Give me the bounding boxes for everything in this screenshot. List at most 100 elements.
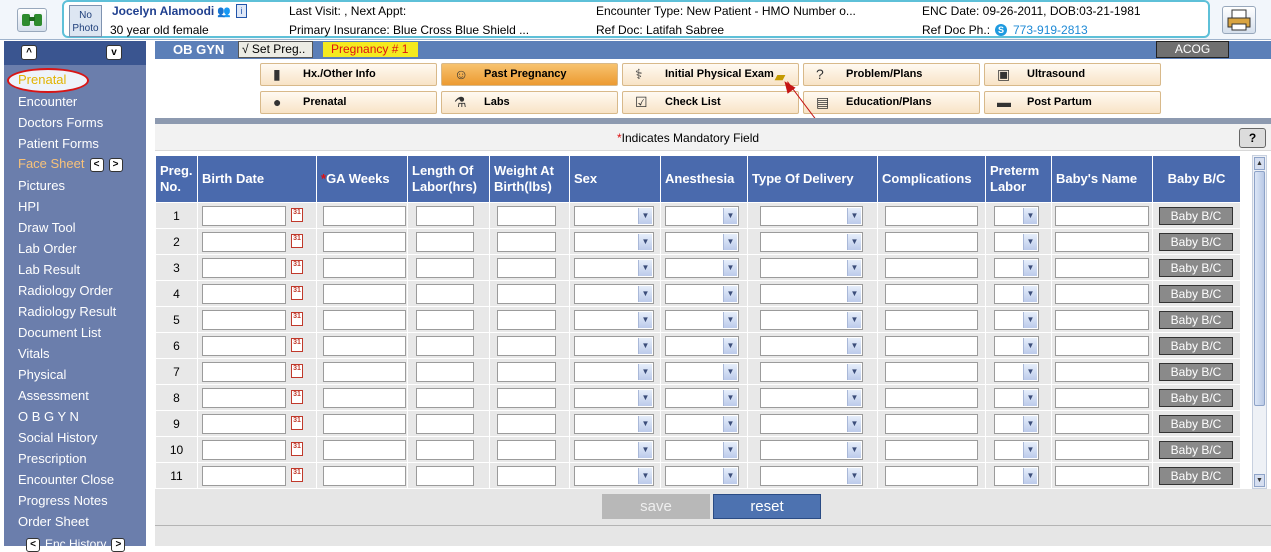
calendar-icon[interactable]: 31 [291, 468, 303, 482]
reset-button[interactable]: reset [713, 494, 821, 519]
preterm-labor-select[interactable]: ▼ [994, 232, 1039, 252]
scroll-up-icon[interactable]: ▲ [1254, 157, 1265, 170]
baby-bc-button[interactable]: Baby B/C [1159, 441, 1233, 459]
sidebar-item-draw-tool[interactable]: Draw Tool [18, 220, 76, 235]
babys-name-input[interactable] [1055, 284, 1149, 304]
anesthesia-select[interactable]: ▼ [665, 466, 739, 486]
preterm-labor-select[interactable]: ▼ [994, 258, 1039, 278]
sidebar-scroll-down-icon[interactable]: v [106, 45, 122, 60]
anesthesia-select[interactable]: ▼ [665, 310, 739, 330]
sex-select[interactable]: ▼ [574, 414, 654, 434]
sidebar-item-face-sheet[interactable]: Face Sheet < > [18, 156, 123, 172]
weight-at-birth-input[interactable] [497, 284, 556, 304]
sidebar-item-prenatal[interactable]: Prenatal [18, 72, 66, 87]
binoculars-icon[interactable] [17, 8, 47, 32]
ref-doc-phone[interactable]: 773-919-2813 [1013, 23, 1088, 37]
calendar-icon[interactable]: 31 [291, 260, 303, 274]
tab-prenatal[interactable]: ● Prenatal [260, 91, 437, 114]
length-of-labor-input[interactable] [416, 258, 474, 278]
baby-bc-button[interactable]: Baby B/C [1159, 415, 1233, 433]
birth-date-input[interactable] [202, 310, 286, 330]
calendar-icon[interactable]: 31 [291, 234, 303, 248]
tab-problem-plans[interactable]: ? Problem/Plans [803, 63, 980, 86]
babys-name-input[interactable] [1055, 362, 1149, 382]
complications-input[interactable] [885, 284, 978, 304]
type-of-delivery-select[interactable]: ▼ [760, 362, 863, 382]
type-of-delivery-select[interactable]: ▼ [760, 414, 863, 434]
complications-input[interactable] [885, 466, 978, 486]
type-of-delivery-select[interactable]: ▼ [760, 336, 863, 356]
birth-date-input[interactable] [202, 362, 286, 382]
ga-weeks-input[interactable] [323, 388, 406, 408]
preterm-labor-select[interactable]: ▼ [994, 440, 1039, 460]
weight-at-birth-input[interactable] [497, 336, 556, 356]
calendar-icon[interactable]: 31 [291, 312, 303, 326]
sidebar-item-prescription[interactable]: Prescription [18, 451, 87, 466]
type-of-delivery-select[interactable]: ▼ [760, 388, 863, 408]
tab-labs[interactable]: ⚗ Labs [441, 91, 618, 114]
weight-at-birth-input[interactable] [497, 206, 556, 226]
type-of-delivery-select[interactable]: ▼ [760, 284, 863, 304]
babys-name-input[interactable] [1055, 206, 1149, 226]
sidebar-item-encounter[interactable]: Encounter [18, 94, 77, 109]
birth-date-input[interactable] [202, 258, 286, 278]
preterm-labor-select[interactable]: ▼ [994, 466, 1039, 486]
babys-name-input[interactable] [1055, 388, 1149, 408]
preterm-labor-select[interactable]: ▼ [994, 362, 1039, 382]
set-pregnancy-button[interactable]: √ Set Preg.. [238, 41, 313, 58]
ga-weeks-input[interactable] [323, 466, 406, 486]
printer-icon[interactable] [1222, 6, 1256, 34]
tab-past-pregnancy[interactable]: ☺ Past Pregnancy [441, 63, 618, 86]
babys-name-input[interactable] [1055, 440, 1149, 460]
length-of-labor-input[interactable] [416, 232, 474, 252]
type-of-delivery-select[interactable]: ▼ [760, 258, 863, 278]
calendar-icon[interactable]: 31 [291, 390, 303, 404]
weight-at-birth-input[interactable] [497, 258, 556, 278]
scroll-down-icon[interactable]: ▼ [1254, 474, 1265, 487]
ga-weeks-input[interactable] [323, 362, 406, 382]
preterm-labor-select[interactable]: ▼ [994, 310, 1039, 330]
sidebar-item-lab-result[interactable]: Lab Result [18, 262, 80, 277]
ga-weeks-input[interactable] [323, 258, 406, 278]
tab-ultrasound[interactable]: ▣ Ultrasound [984, 63, 1161, 86]
ga-weeks-input[interactable] [323, 414, 406, 434]
length-of-labor-input[interactable] [416, 440, 474, 460]
type-of-delivery-select[interactable]: ▼ [760, 310, 863, 330]
anesthesia-select[interactable]: ▼ [665, 362, 739, 382]
sex-select[interactable]: ▼ [574, 440, 654, 460]
birth-date-input[interactable] [202, 466, 286, 486]
sidebar-scroll-up-icon[interactable]: ^ [21, 45, 37, 60]
anesthesia-select[interactable]: ▼ [665, 232, 739, 252]
length-of-labor-input[interactable] [416, 310, 474, 330]
sidebar-item-vitals[interactable]: Vitals [18, 346, 50, 361]
sex-select[interactable]: ▼ [574, 258, 654, 278]
sidebar-item-assessment[interactable]: Assessment [18, 388, 89, 403]
baby-bc-button[interactable]: Baby B/C [1159, 363, 1233, 381]
sidebar-item-patient-forms[interactable]: Patient Forms [18, 136, 99, 151]
grid-scrollbar[interactable]: ▲ ▼ [1252, 155, 1267, 489]
anesthesia-select[interactable]: ▼ [665, 336, 739, 356]
complications-input[interactable] [885, 310, 978, 330]
complications-input[interactable] [885, 440, 978, 460]
help-button[interactable]: ? [1239, 128, 1266, 148]
patient-group-icon[interactable]: 👥 [217, 5, 231, 18]
sidebar-item-radiology-result[interactable]: Radiology Result [18, 304, 116, 319]
birth-date-input[interactable] [202, 388, 286, 408]
anesthesia-select[interactable]: ▼ [665, 388, 739, 408]
complications-input[interactable] [885, 258, 978, 278]
length-of-labor-input[interactable] [416, 466, 474, 486]
length-of-labor-input[interactable] [416, 362, 474, 382]
tab-education-plans[interactable]: ▤ Education/Plans [803, 91, 980, 114]
sex-select[interactable]: ▼ [574, 466, 654, 486]
length-of-labor-input[interactable] [416, 284, 474, 304]
save-button[interactable]: save [602, 494, 710, 519]
babys-name-input[interactable] [1055, 336, 1149, 356]
patient-name[interactable]: Jocelyn Alamoodi [112, 4, 214, 18]
type-of-delivery-select[interactable]: ▼ [760, 466, 863, 486]
type-of-delivery-select[interactable]: ▼ [760, 206, 863, 226]
complications-input[interactable] [885, 336, 978, 356]
birth-date-input[interactable] [202, 440, 286, 460]
calendar-icon[interactable]: 31 [291, 338, 303, 352]
complications-input[interactable] [885, 206, 978, 226]
baby-bc-button[interactable]: Baby B/C [1159, 467, 1233, 485]
